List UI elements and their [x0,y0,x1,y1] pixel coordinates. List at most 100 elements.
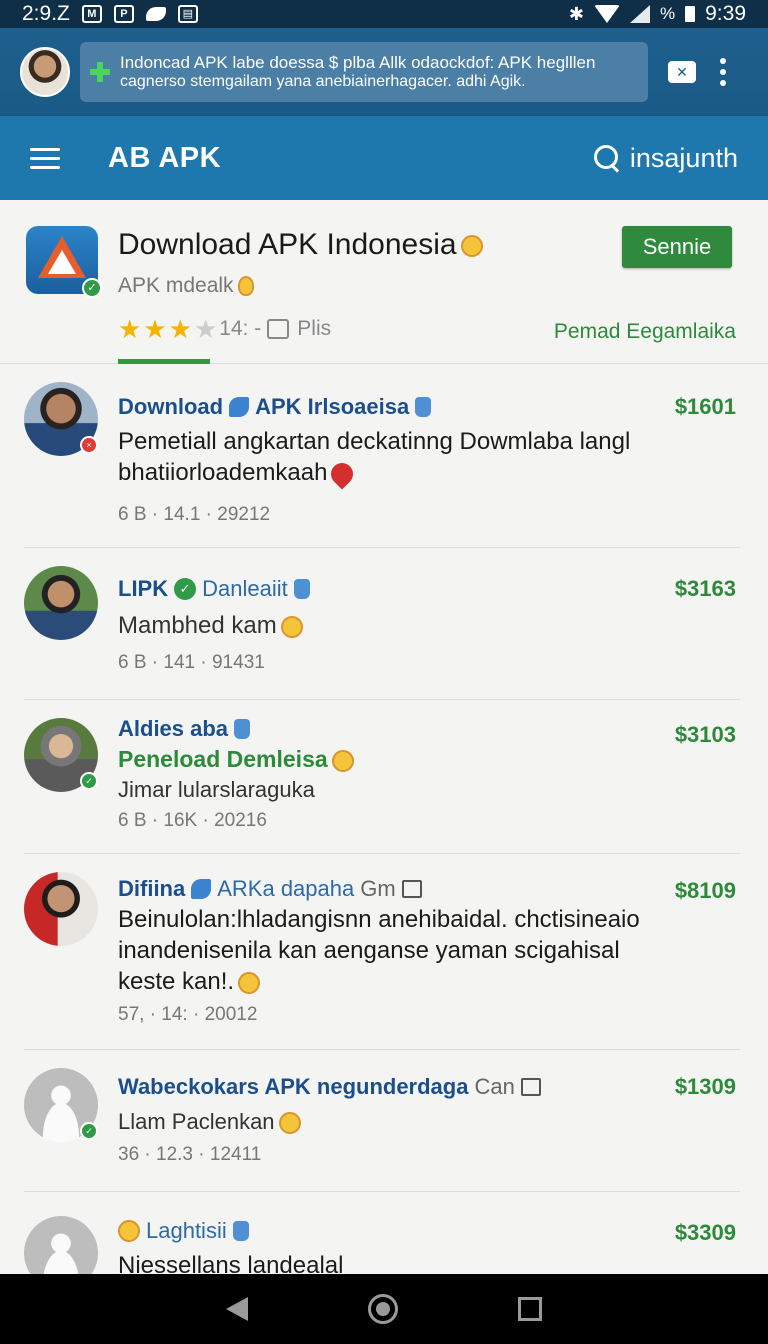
status-time-right: 9:39 [705,2,746,25]
app-header: ✓ Download APK Indonesia APK mdealk ★ ★ … [0,200,768,364]
post-tag[interactable]: APK Irlsoaeisa [255,394,409,420]
image-icon[interactable] [520,1078,541,1096]
post-price: $8109 [674,878,736,903]
star-icon: ★ [168,314,192,344]
list-item[interactable]: × Download APK Irlsoaeisa $1601 Pemetial… [24,364,740,548]
list-item[interactable]: ✓ Wabeckokars APK negunderdaga Can $1309… [24,1050,740,1192]
app-logo-icon: ✓ [26,226,102,298]
post-header: Difiina ARKa dapaha Gm [118,876,422,902]
app-link[interactable]: Pemad Eegamlaika [554,320,736,344]
search-text: insajunth [629,142,738,173]
emoji-icon [460,235,483,258]
post-header: Wabeckokars APK negunderdaga Can [118,1074,541,1100]
install-button[interactable]: Sennie [622,226,732,268]
post-author[interactable]: Wabeckokars APK negunderdaga [118,1074,468,1100]
recents-icon[interactable] [518,1297,542,1321]
post-price: $3103 [674,722,736,747]
cell-signal-icon [630,5,650,23]
notification-line-1: Indoncad APK labe doessa $ plba Allk oda… [120,53,596,72]
gmail-icon: M [81,5,102,23]
battery-percent: % [660,4,676,23]
post-meta: 6 B · 14.1 · 29212 [118,504,271,525]
rating-count: 14: - [219,317,262,340]
image-icon[interactable] [401,880,422,898]
list-item[interactable]: Difiina ARKa dapaha Gm $8109 Beinulolan:… [24,854,740,1050]
hand-icon [415,397,432,417]
plus-icon [90,62,110,82]
rating-row: ★ ★ ★ ★ 14: - Plis [118,316,331,342]
list-item[interactable]: ✓ Aldies aba Peneload Demleisa $3103 Jim… [24,700,740,854]
post-price: $3163 [674,576,736,601]
avatar[interactable]: × [24,382,98,456]
post-body: Beinulolan:lhladangisnn anehibaidal. chc… [118,906,640,995]
heart-icon [326,458,359,490]
star-icon: ★ [118,314,142,344]
smile-emoji-icon [280,615,303,638]
post-tag[interactable]: ARKa dapaha [217,876,354,902]
post-header: Aldies aba [118,716,251,742]
search-button[interactable]: insajunth [593,142,738,174]
back-icon[interactable] [226,1297,248,1321]
feed[interactable]: ✓ Download APK Indonesia APK mdealk ★ ★ … [0,200,768,1274]
app-subtitle: APK mdealk [118,274,254,298]
notification-avatar [20,47,70,97]
hand-icon [232,1221,249,1241]
post-header: Laghtisii [118,1218,249,1244]
post-author[interactable]: Difiina [118,876,185,902]
battery-icon [685,6,696,22]
post-subtitle: Peneload Demleisa [118,746,354,773]
star-icon: ★ [143,314,167,344]
dismiss-icon[interactable]: ✕ [668,61,696,83]
post-author[interactable]: Laghtisii [146,1218,227,1244]
list-item[interactable]: Laghtisii $3309 Niessellans landealal [24,1192,740,1274]
post-body: Mambhed kam [118,610,678,641]
list-item[interactable]: LIPK ✓ Danleaiit $3163 Mambhed kam 6 B ·… [24,548,740,700]
avatar[interactable] [24,872,98,946]
post-author[interactable]: Aldies aba [118,716,228,742]
post-hint: Gm [360,876,396,901]
status-time-left: 2:9.Z [22,2,70,25]
drop-emoji-icon [237,276,254,297]
post-meta: 6 B · 141 · 91431 [118,652,265,673]
avatar[interactable] [24,566,98,640]
post-price: $1309 [674,1074,736,1099]
online-badge-icon: ✓ [80,772,98,790]
verified-icon: ✓ [174,578,197,600]
overflow-menu-icon[interactable] [720,58,726,86]
system-nav-bar [0,1274,768,1344]
post-price: $1601 [674,394,736,419]
calendar-icon: ▤ [177,5,198,23]
avatar[interactable]: ✓ [24,718,98,792]
hamburger-menu-icon[interactable] [30,147,60,169]
status-bar: 2:9.Z M P ▤ ✱ % 9:39 [0,0,768,28]
app-bar: AB APK insajunth [0,116,768,200]
post-meta: 57, · 14: · 20012 [118,1004,258,1025]
wifi-icon [594,5,620,23]
notification-line-2: cagnerso stemgailam yana anebiainerhagac… [120,73,526,90]
post-price: $3309 [674,1220,736,1245]
smile-emoji-icon [278,1112,301,1135]
face-emoji-icon [118,1220,140,1242]
post-body: Pemetiall angkartan deckatinng Dowmlaba … [118,426,678,490]
post-author[interactable]: Download [118,394,223,420]
post-author[interactable]: LIPK [118,576,168,602]
hand-icon [234,719,251,739]
post-meta: 36 · 12.3 · 12411 [118,1144,262,1165]
home-icon[interactable] [368,1294,398,1324]
post-body: Jimar lularslaraguka [118,777,315,802]
post-body: Llam Paclenkan [118,1106,678,1137]
post-tag[interactable]: Danleaiit [202,576,288,602]
notification-card[interactable]: Indoncad APK labe doessa $ plba Allk oda… [80,42,648,102]
app-name: Download APK Indonesia [118,228,483,262]
remove-badge-icon: × [80,436,98,454]
notification-strip[interactable]: Indoncad APK labe doessa $ plba Allk oda… [0,28,768,116]
smile-emoji-icon [331,749,354,772]
avatar[interactable]: ✓ [24,1068,98,1142]
online-badge-icon: ✓ [80,1122,98,1140]
thumbs-up-icon[interactable] [267,319,290,339]
hand-icon [293,579,310,599]
avatar[interactable] [24,1216,98,1274]
bird-icon [229,397,250,417]
post-header: LIPK ✓ Danleaiit [118,576,310,602]
post-header: Download APK Irlsoaeisa [118,394,432,420]
